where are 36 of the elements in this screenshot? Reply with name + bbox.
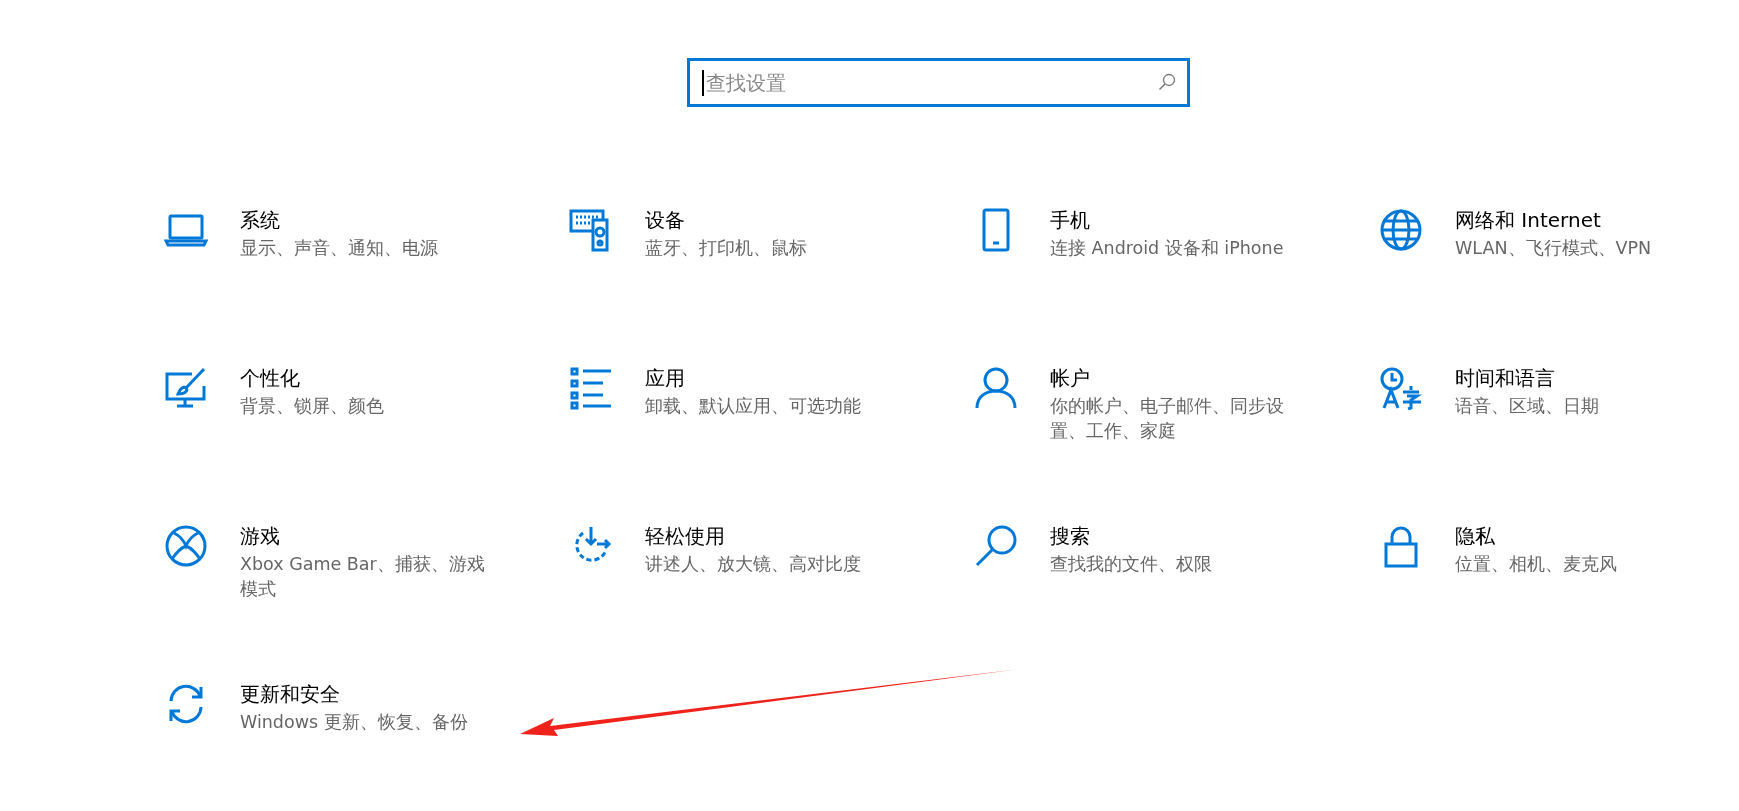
category-title[interactable]: 时间和语言: [1455, 365, 1599, 392]
globe-icon[interactable]: [1379, 208, 1423, 252]
category-title[interactable]: 轻松使用: [645, 523, 861, 550]
category-description: Windows 更新、恢复、备份: [240, 711, 468, 734]
category-description: Xbox Game Bar、捕获、游戏模式: [240, 553, 486, 601]
category-description: 蓝牙、打印机、鼠标: [645, 237, 807, 260]
category-description: WLAN、飞行模式、VPN: [1455, 237, 1652, 260]
category-title[interactable]: 个性化: [240, 365, 384, 392]
category-title[interactable]: 更新和安全: [240, 681, 468, 708]
category-title[interactable]: 设备: [645, 207, 807, 234]
category-description: 连接 Android 设备和 iPhone: [1050, 237, 1284, 260]
category-description: 卸载、默认应用、可选功能: [645, 395, 861, 418]
category-description: 语音、区域、日期: [1455, 395, 1599, 418]
search-icon: [1157, 73, 1176, 91]
search-icon[interactable]: [974, 524, 1018, 568]
category-description: 查找我的文件、权限: [1050, 553, 1212, 576]
category-description: 位置、相机、麦克风: [1455, 553, 1617, 576]
category-description: 讲述人、放大镜、高对比度: [645, 553, 861, 576]
monitor-brush-icon[interactable]: [164, 366, 208, 410]
clock-letter-icon[interactable]: [1379, 366, 1423, 410]
list-icon[interactable]: [569, 366, 613, 410]
category-description: 显示、声音、通知、电源: [240, 237, 438, 260]
category-title[interactable]: 系统: [240, 207, 438, 234]
category-title[interactable]: 帐户: [1050, 365, 1300, 392]
category-title[interactable]: 搜索: [1050, 523, 1212, 550]
search-field[interactable]: 查找设置: [686, 58, 1190, 107]
category-title[interactable]: 隐私: [1455, 523, 1617, 550]
category-title[interactable]: 游戏: [240, 523, 490, 550]
category-title[interactable]: 手机: [1050, 207, 1284, 234]
xbox-icon[interactable]: [164, 524, 208, 568]
category-description: 背景、锁屏、颜色: [240, 395, 384, 418]
category-description: 你的帐户、电子邮件、同步设置、工作、家庭: [1050, 395, 1285, 443]
category-title[interactable]: 应用: [645, 365, 861, 392]
category-title[interactable]: 网络和 Internet: [1455, 207, 1652, 234]
person-icon[interactable]: [974, 366, 1018, 410]
text-cursor: [701, 70, 704, 96]
